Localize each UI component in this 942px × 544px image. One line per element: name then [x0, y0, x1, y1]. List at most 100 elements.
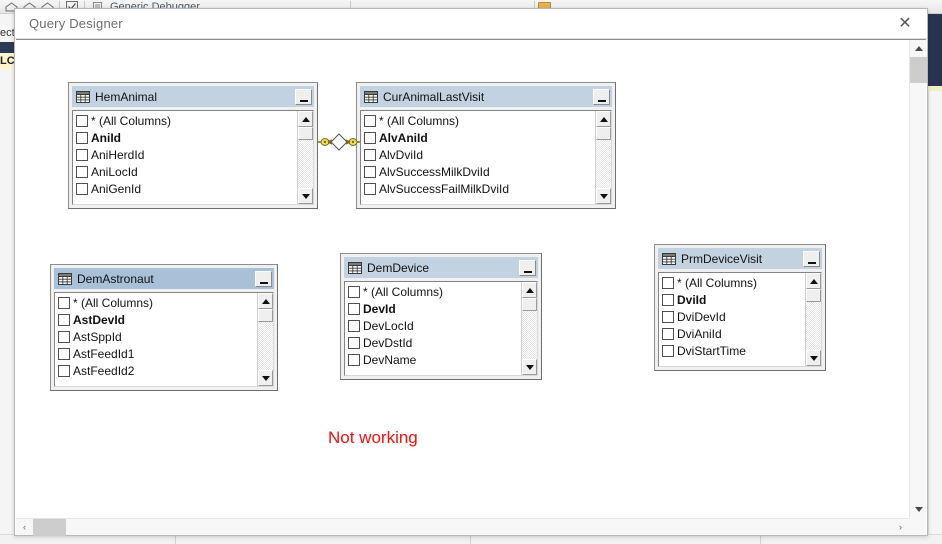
column-row[interactable]: AstFeedId1 — [56, 345, 257, 362]
column-row[interactable]: AstDevId — [56, 311, 257, 328]
vertical-scrollbar[interactable] — [909, 40, 927, 518]
column-list[interactable]: * (All Columns) DevId DevLocId DevDstId DevN… — [345, 282, 521, 375]
column-checkbox[interactable] — [364, 114, 376, 127]
horizontal-scroll-thumb[interactable] — [33, 518, 66, 536]
scroll-up-icon[interactable] — [522, 282, 537, 298]
scroll-down-icon[interactable] — [910, 501, 927, 518]
table-box-curanimallastvisit[interactable]: CurAnimalLastVisit * (All Columns) AlvAniI… — [356, 82, 616, 209]
column-list-scrollbar[interactable] — [297, 111, 313, 204]
column-checkbox[interactable] — [662, 310, 674, 323]
column-list-scrollbar[interactable] — [521, 282, 537, 375]
column-checkbox[interactable] — [58, 364, 70, 377]
column-row[interactable]: * (All Columns) — [346, 283, 521, 300]
scroll-thumb[interactable] — [806, 289, 821, 302]
column-row[interactable]: AlvAniId — [362, 129, 595, 146]
column-list-scrollbar[interactable] — [257, 293, 273, 386]
join-relationship-icon[interactable] — [318, 133, 360, 151]
column-checkbox[interactable] — [348, 285, 360, 298]
column-row[interactable]: DviAniId — [660, 325, 805, 342]
vertical-scroll-thumb[interactable] — [910, 57, 927, 83]
scroll-up-icon[interactable] — [910, 40, 927, 57]
column-checkbox[interactable] — [58, 347, 70, 360]
column-checkbox[interactable] — [364, 131, 376, 144]
column-row[interactable]: * (All Columns) — [660, 274, 805, 291]
column-row[interactable]: AniGenId — [74, 180, 297, 197]
column-row[interactable]: AniId — [74, 129, 297, 146]
scroll-up-icon[interactable] — [596, 111, 611, 127]
table-header[interactable]: CurAnimalLastVisit — [360, 86, 612, 107]
column-row[interactable]: AniHerdId — [74, 146, 297, 163]
column-row[interactable]: AstFeedId2 — [56, 362, 257, 379]
minimize-button[interactable] — [295, 88, 312, 105]
column-row[interactable]: AlvSuccessFailMilkDviId — [362, 180, 595, 197]
column-checkbox[interactable] — [662, 276, 674, 289]
scroll-down-icon[interactable] — [806, 350, 821, 366]
diagram-canvas[interactable]: HemAnimal * (All Columns) AniId AniHerdId An… — [16, 40, 909, 518]
minimize-button[interactable] — [593, 88, 610, 105]
column-row[interactable]: DevId — [346, 300, 521, 317]
close-icon[interactable]: ✕ — [883, 9, 927, 38]
column-list-scrollbar[interactable] — [595, 111, 611, 204]
scroll-up-icon[interactable] — [806, 273, 821, 289]
column-checkbox[interactable] — [662, 344, 674, 357]
column-row[interactable]: AlvSuccessMilkDviId — [362, 163, 595, 180]
column-checkbox[interactable] — [348, 336, 360, 349]
scroll-thumb[interactable] — [522, 298, 537, 311]
column-row[interactable]: DevDstId — [346, 334, 521, 351]
column-list[interactable]: * (All Columns) AstDevId AstSppId AstFeedId… — [55, 293, 257, 386]
column-row[interactable]: AstSppId — [56, 328, 257, 345]
horizontal-scrollbar[interactable]: ‹ › — [16, 518, 909, 536]
column-checkbox[interactable] — [76, 165, 88, 178]
column-row[interactable]: AniLocId — [74, 163, 297, 180]
column-row[interactable]: * (All Columns) — [74, 112, 297, 129]
scroll-thumb[interactable] — [258, 309, 273, 322]
column-checkbox[interactable] — [348, 353, 360, 366]
column-checkbox[interactable] — [662, 293, 674, 306]
scroll-track[interactable] — [522, 298, 537, 359]
column-checkbox[interactable] — [364, 182, 376, 195]
table-header[interactable]: DemAstronaut — [54, 268, 274, 289]
column-row[interactable]: AlvDviId — [362, 146, 595, 163]
column-list[interactable]: * (All Columns) AniId AniHerdId AniLocId Ani… — [73, 111, 297, 204]
scroll-thumb[interactable] — [298, 127, 313, 140]
column-checkbox[interactable] — [364, 165, 376, 178]
column-checkbox[interactable] — [58, 313, 70, 326]
minimize-button[interactable] — [519, 259, 536, 276]
scroll-right-icon[interactable]: › — [892, 519, 909, 536]
table-header[interactable]: DemDevice — [344, 257, 538, 278]
table-header[interactable]: PrmDeviceVisit — [658, 248, 822, 269]
column-row[interactable]: DviStartTime — [660, 342, 805, 359]
column-row[interactable]: DviDevId — [660, 308, 805, 325]
column-checkbox[interactable] — [76, 148, 88, 161]
column-checkbox[interactable] — [348, 319, 360, 332]
scroll-track[interactable] — [806, 289, 821, 350]
scroll-left-icon[interactable]: ‹ — [16, 519, 33, 536]
scroll-down-icon[interactable] — [596, 188, 611, 204]
scroll-down-icon[interactable] — [522, 359, 537, 375]
column-checkbox[interactable] — [76, 114, 88, 127]
scroll-track[interactable] — [298, 127, 313, 188]
scroll-track[interactable] — [258, 309, 273, 370]
column-list-scrollbar[interactable] — [805, 273, 821, 366]
table-header[interactable]: HemAnimal — [72, 86, 314, 107]
column-list[interactable]: * (All Columns) DviId DviDevId DviAniId DviS… — [659, 273, 805, 366]
minimize-button[interactable] — [803, 250, 820, 267]
column-checkbox[interactable] — [348, 302, 360, 315]
column-row[interactable]: DviId — [660, 291, 805, 308]
table-box-demastronaut[interactable]: DemAstronaut * (All Columns) AstDevId AstSp… — [50, 264, 278, 391]
scroll-up-icon[interactable] — [258, 293, 273, 309]
scroll-down-icon[interactable] — [298, 188, 313, 204]
column-row[interactable]: * (All Columns) — [56, 294, 257, 311]
column-checkbox[interactable] — [364, 148, 376, 161]
table-box-demdevice[interactable]: DemDevice * (All Columns) DevId DevLocId Dev… — [340, 253, 542, 380]
column-checkbox[interactable] — [76, 182, 88, 195]
column-list[interactable]: * (All Columns) AlvAniId AlvDviId AlvSucces… — [361, 111, 595, 204]
table-box-hemanimal[interactable]: HemAnimal * (All Columns) AniId AniHerdId An… — [68, 82, 318, 209]
column-checkbox[interactable] — [76, 131, 88, 144]
minimize-button[interactable] — [255, 270, 272, 287]
column-checkbox[interactable] — [58, 330, 70, 343]
column-row[interactable]: * (All Columns) — [362, 112, 595, 129]
column-row[interactable]: DevLocId — [346, 317, 521, 334]
scroll-down-icon[interactable] — [258, 370, 273, 386]
column-row[interactable]: DevName — [346, 351, 521, 368]
